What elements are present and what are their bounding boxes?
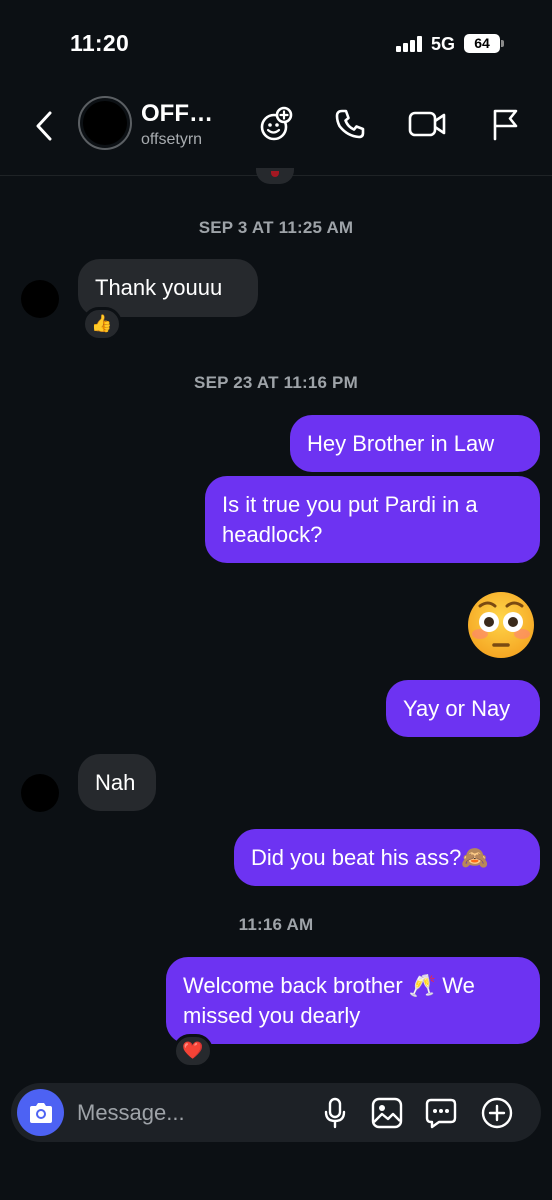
reaction-chip-partial	[256, 168, 294, 184]
sender-avatar[interactable]	[21, 774, 59, 812]
message-line: Welcome back brother 🥂 We	[183, 973, 475, 998]
report-button[interactable]	[485, 104, 525, 144]
chevron-left-icon	[36, 111, 52, 141]
back-button[interactable]	[28, 106, 60, 146]
message-line: missed you dearly	[183, 1003, 361, 1028]
incoming-message[interactable]: Nah	[78, 754, 156, 811]
effects-button[interactable]	[255, 104, 295, 144]
camera-icon	[29, 1102, 52, 1123]
gallery-button[interactable]	[369, 1095, 405, 1131]
camera-button[interactable]	[17, 1089, 64, 1136]
outgoing-message[interactable]: Hey Brother in Law	[290, 415, 540, 472]
battery-tip	[501, 40, 504, 47]
contact-avatar[interactable]	[78, 96, 132, 150]
message-line: headlock?	[222, 522, 323, 547]
chat-header: OFF… offsetyrn	[0, 90, 552, 176]
network-type: 5G	[431, 34, 456, 54]
message-composer	[11, 1083, 541, 1142]
outgoing-message[interactable]: Yay or Nay	[386, 680, 540, 737]
sender-avatar[interactable]	[21, 280, 59, 318]
signal-icon	[396, 36, 424, 52]
chat-bubble-icon	[425, 1098, 457, 1129]
add-effects-icon	[260, 106, 293, 141]
phone-icon	[335, 109, 365, 139]
reaction-chip[interactable]: 👍	[82, 307, 122, 341]
home-indicator	[193, 1181, 359, 1187]
more-options-button[interactable]	[479, 1095, 515, 1131]
message-input[interactable]	[77, 1093, 297, 1133]
outgoing-emoji-message[interactable]	[466, 590, 536, 660]
voice-message-button[interactable]	[317, 1095, 353, 1131]
timestamp: SEP 3 AT 11:25 AM	[198, 218, 354, 237]
microphone-icon	[324, 1097, 346, 1129]
contact-name[interactable]: OFF…	[141, 100, 213, 128]
status-time: 11:20	[70, 30, 130, 56]
status-bar: 11:20 5G 64	[0, 0, 552, 90]
plus-circle-icon	[481, 1097, 513, 1129]
timestamp: 11:16 AM	[238, 915, 314, 934]
timestamp: SEP 23 AT 11:16 PM	[194, 373, 358, 392]
outgoing-message[interactable]: Is it true you put Pardi in a headlock?	[205, 476, 540, 563]
voice-call-button[interactable]	[330, 104, 370, 144]
outgoing-message[interactable]: Welcome back brother 🥂 We missed you dea…	[166, 957, 540, 1044]
battery-icon: 64	[464, 34, 500, 53]
image-icon	[371, 1097, 403, 1129]
video-camera-icon	[408, 111, 446, 137]
video-call-button[interactable]	[405, 104, 449, 144]
sticker-button[interactable]	[423, 1095, 459, 1131]
contact-handle[interactable]: offsetyrn	[141, 131, 202, 149]
flushed-face-icon	[468, 592, 534, 658]
message-line: Is it true you put Pardi in a	[222, 492, 478, 517]
outgoing-message[interactable]: Did you beat his ass?🙈	[234, 829, 540, 886]
reaction-chip[interactable]: ❤️	[173, 1034, 213, 1068]
flag-icon	[493, 109, 518, 141]
